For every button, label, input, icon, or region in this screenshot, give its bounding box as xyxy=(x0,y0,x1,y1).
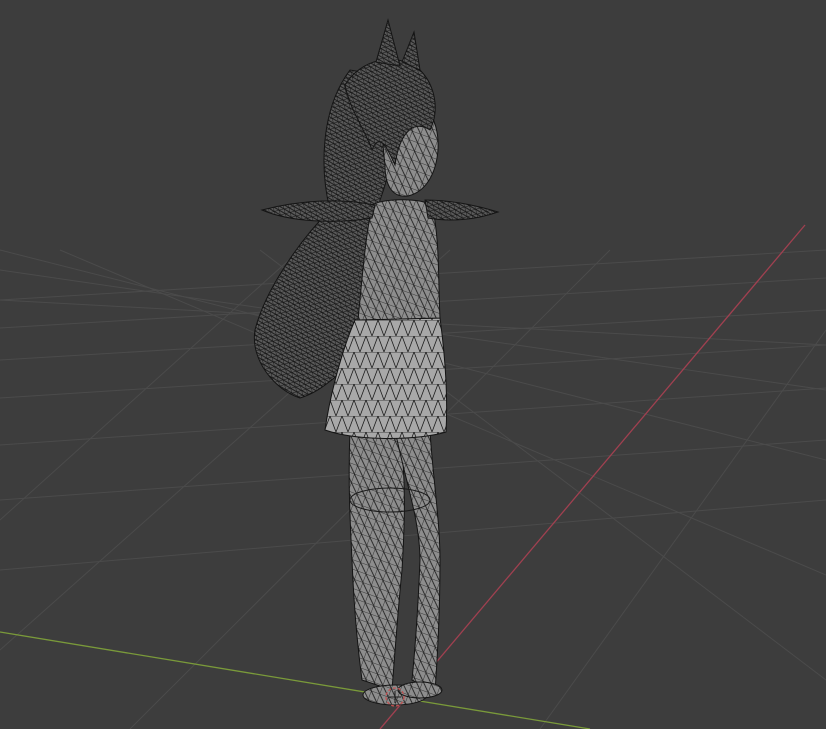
right-foot xyxy=(397,681,443,699)
x-axis-line xyxy=(379,224,806,729)
3d-viewport[interactable] xyxy=(0,0,826,729)
ear-left xyxy=(375,18,401,67)
right-arm xyxy=(424,199,500,221)
left-leg xyxy=(348,429,405,691)
y-axis-line xyxy=(0,631,591,729)
character-mesh[interactable] xyxy=(253,18,500,706)
left-arm xyxy=(260,200,376,222)
